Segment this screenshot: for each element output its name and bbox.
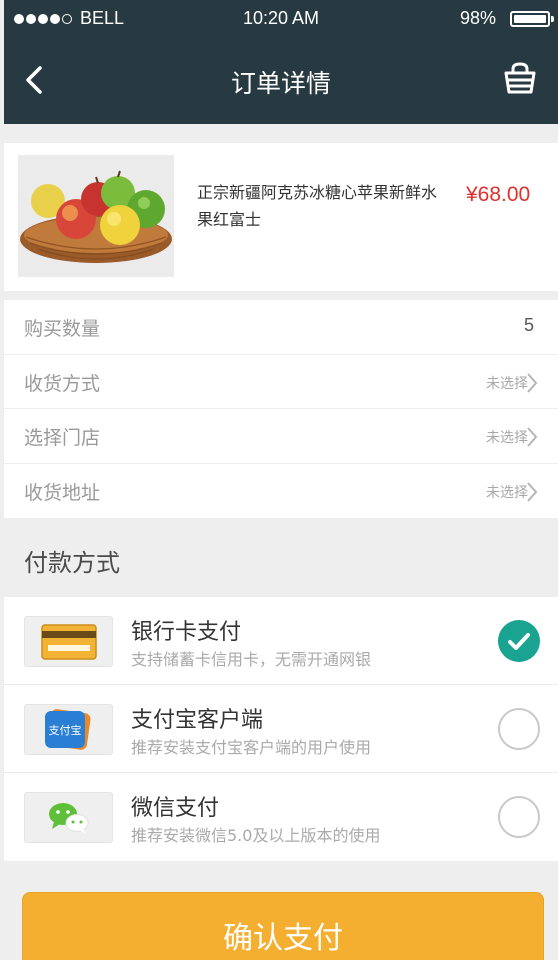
- payment-option-bank-card[interactable]: 银行卡支付 支持储蓄卡信用卡，无需开通网银: [4, 597, 558, 685]
- payment-option-desc: 推荐安装支付宝客户端的用户使用: [131, 738, 372, 757]
- payment-option-name: 支付宝客户端: [131, 708, 264, 733]
- product-price: ¥68.00: [466, 183, 531, 206]
- order-info-list: 购买数量 5 收货方式 未选择 选择门店 未选择 收货地址 未选择: [4, 300, 558, 518]
- payment-option-desc: 推荐安装微信5.0及以上版本的使用: [131, 826, 381, 845]
- product-image: [18, 155, 174, 277]
- basket-icon: [504, 62, 536, 94]
- chevron-right-icon: [527, 372, 538, 393]
- payment-radio[interactable]: [498, 796, 540, 838]
- store-label: 选择门店: [24, 427, 101, 449]
- product-card[interactable]: 正宗新疆阿克苏冰糖心苹果新鲜水果红富士 ¥68.00: [4, 143, 558, 291]
- check-icon: [508, 633, 530, 650]
- battery-percent: 98%: [460, 8, 497, 28]
- payment-radio[interactable]: [498, 708, 540, 750]
- fruit-basket-image: [18, 155, 174, 277]
- delivery-method-label: 收货方式: [24, 372, 101, 395]
- header: BELL 10:20 AM 98% 订单详情: [4, 0, 558, 124]
- quantity-value: 5: [523, 315, 534, 335]
- store-value: 未选择: [486, 430, 528, 446]
- chevron-right-icon: [527, 427, 538, 447]
- payment-radio-selected[interactable]: [498, 620, 540, 662]
- battery-icon: [510, 11, 554, 27]
- store-row[interactable]: 选择门店 未选择: [4, 409, 558, 464]
- confirm-payment-button[interactable]: 确认支付: [22, 892, 544, 960]
- address-label: 收货地址: [24, 481, 101, 504]
- basket-button[interactable]: [502, 60, 538, 96]
- payment-option-name: 银行卡支付: [131, 620, 242, 645]
- payment-method-list: 银行卡支付 支持储蓄卡信用卡，无需开通网银 支付宝 支付宝客户端 推荐安装支付宝…: [4, 597, 558, 861]
- alipay-logo-text: 支付宝: [49, 723, 82, 737]
- status-bar: BELL 10:20 AM 98%: [4, 0, 558, 38]
- bank-card-icon: [24, 616, 113, 667]
- chevron-right-icon: [527, 481, 538, 502]
- payment-option-name: 微信支付: [131, 796, 220, 821]
- address-row[interactable]: 收货地址 未选择: [4, 464, 558, 519]
- wechat-icon: [24, 792, 113, 843]
- payment-section-title: 付款方式: [24, 549, 120, 577]
- payment-option-alipay[interactable]: 支付宝 支付宝客户端 推荐安装支付宝客户端的用户使用: [4, 685, 558, 773]
- address-value: 未选择: [486, 484, 528, 501]
- app-frame: BELL 10:20 AM 98% 订单详情 正宗新疆阿克苏冰糖心苹果新鲜水果红…: [4, 0, 558, 960]
- delivery-method-row[interactable]: 收货方式 未选择: [4, 355, 558, 409]
- product-name: 正宗新疆阿克苏冰糖心苹果新鲜水果红富士: [197, 183, 438, 229]
- quantity-label: 购买数量: [24, 318, 101, 340]
- payment-option-desc: 支持储蓄卡信用卡，无需开通网银: [131, 650, 372, 669]
- delivery-method-value: 未选择: [486, 375, 528, 392]
- page-title: 订单详情: [230, 69, 331, 98]
- nav-bar: 订单详情: [4, 38, 558, 124]
- quantity-row[interactable]: 购买数量 5: [4, 300, 558, 355]
- payment-option-wechat[interactable]: 微信支付 推荐安装微信5.0及以上版本的使用: [4, 773, 558, 861]
- alipay-icon: 支付宝: [24, 704, 113, 755]
